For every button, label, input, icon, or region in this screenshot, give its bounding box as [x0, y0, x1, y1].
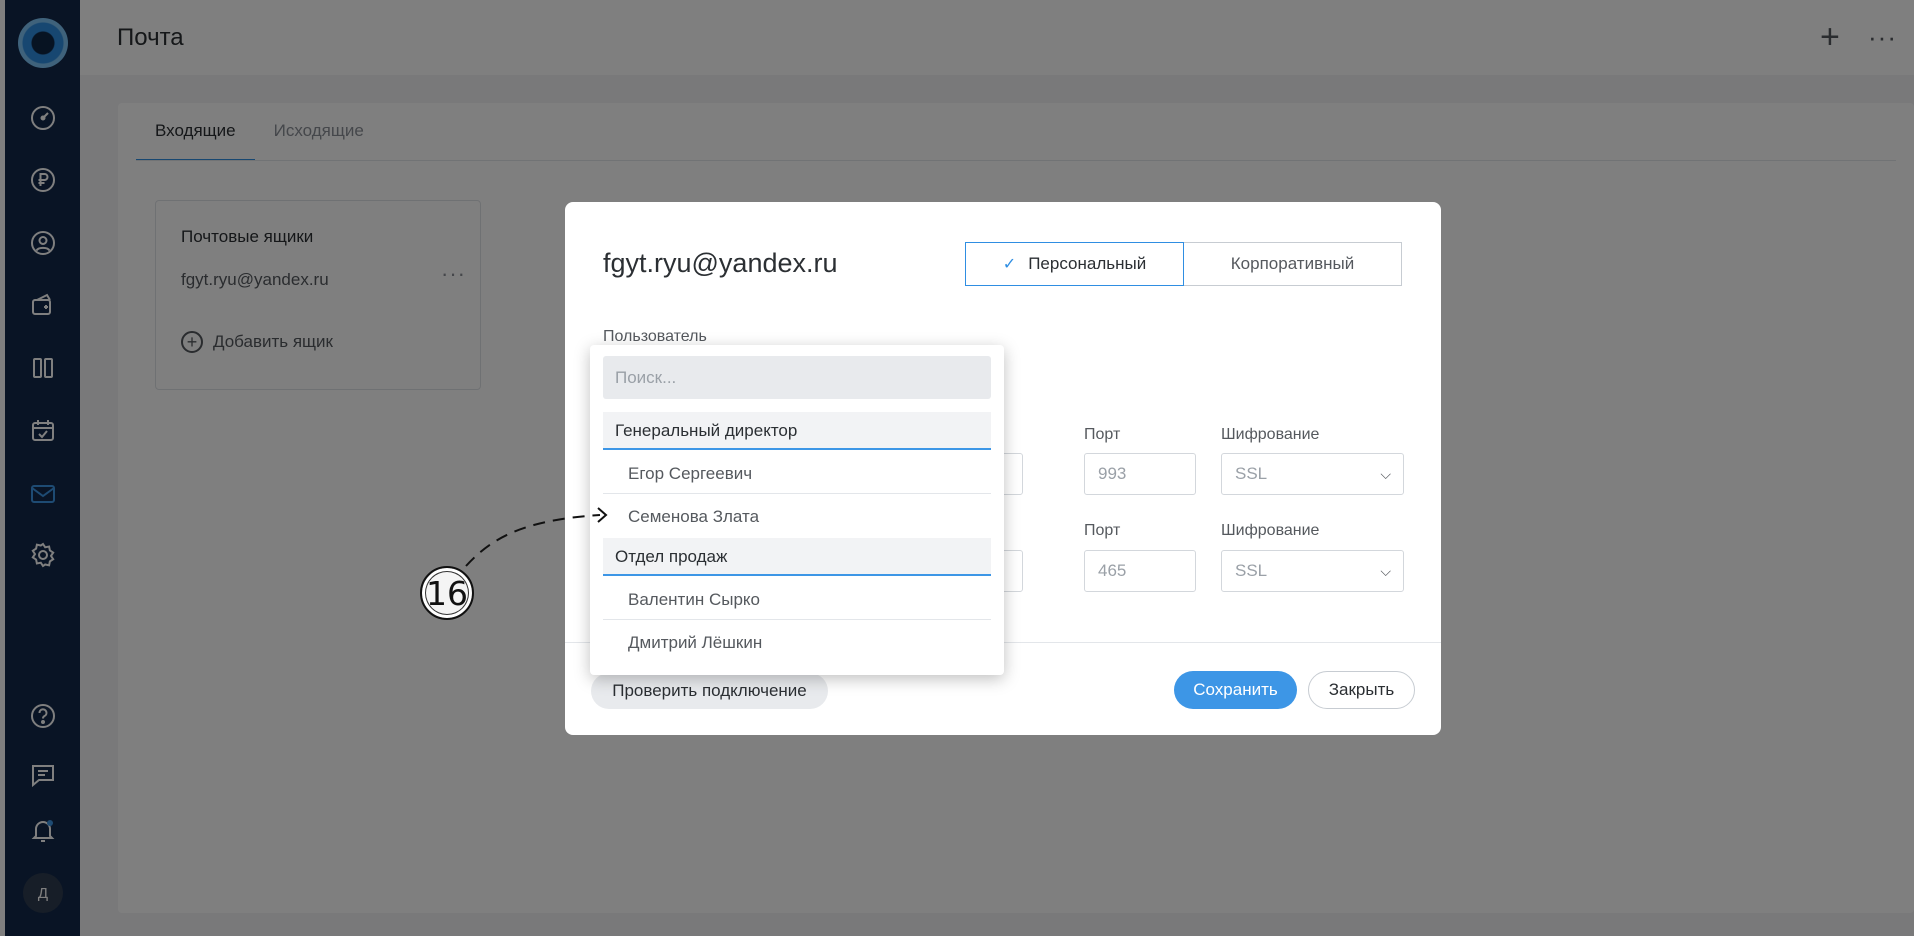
- incoming-encryption-select[interactable]: SSL ⌵: [1221, 453, 1404, 495]
- type-corporate-button[interactable]: Корпоративный: [1184, 242, 1402, 286]
- group-header: Отдел продаж: [603, 538, 991, 576]
- check-icon: ✓: [1002, 256, 1017, 273]
- chevron-down-icon: ⌵: [1380, 466, 1391, 482]
- incoming-port-field[interactable]: 993: [1084, 453, 1196, 495]
- incoming-port-label: Порт: [1084, 426, 1121, 443]
- type-personal-button[interactable]: ✓ Персональный: [965, 242, 1184, 286]
- type-personal-label: Персональный: [1028, 254, 1147, 273]
- user-option[interactable]: Егор Сергеевич: [603, 452, 991, 494]
- close-button[interactable]: Закрыть: [1308, 671, 1415, 709]
- outgoing-encryption-label: Шифрование: [1221, 522, 1320, 539]
- incoming-encryption-label: Шифрование: [1221, 426, 1320, 443]
- group-header: Генеральный директор: [603, 412, 991, 450]
- user-field-label: Пользователь: [603, 328, 707, 345]
- user-option[interactable]: Дмитрий Лёшкин: [603, 621, 991, 663]
- outgoing-port-label: Порт: [1084, 522, 1121, 539]
- check-connection-button[interactable]: Проверить подключение: [591, 673, 828, 709]
- user-search-input[interactable]: [603, 356, 991, 399]
- save-button[interactable]: Сохранить: [1174, 671, 1297, 709]
- outgoing-encryption-value: SSL: [1235, 561, 1268, 580]
- annotation-number-badge: 16: [420, 566, 474, 620]
- mailbox-type-toggle: ✓ Персональный Корпоративный: [965, 242, 1402, 286]
- incoming-encryption-value: SSL: [1235, 464, 1268, 483]
- outgoing-encryption-select[interactable]: SSL ⌵: [1221, 550, 1404, 592]
- chevron-down-icon: ⌵: [1380, 563, 1391, 579]
- user-option[interactable]: Семенова Злата: [603, 495, 991, 537]
- outgoing-port-field[interactable]: 465: [1084, 550, 1196, 592]
- user-option[interactable]: Валентин Сырко: [603, 578, 991, 620]
- user-dropdown: Генеральный директор Егор Сергеевич Семе…: [590, 345, 1004, 675]
- modal-title: fgyt.ryu@yandex.ru: [603, 248, 838, 278]
